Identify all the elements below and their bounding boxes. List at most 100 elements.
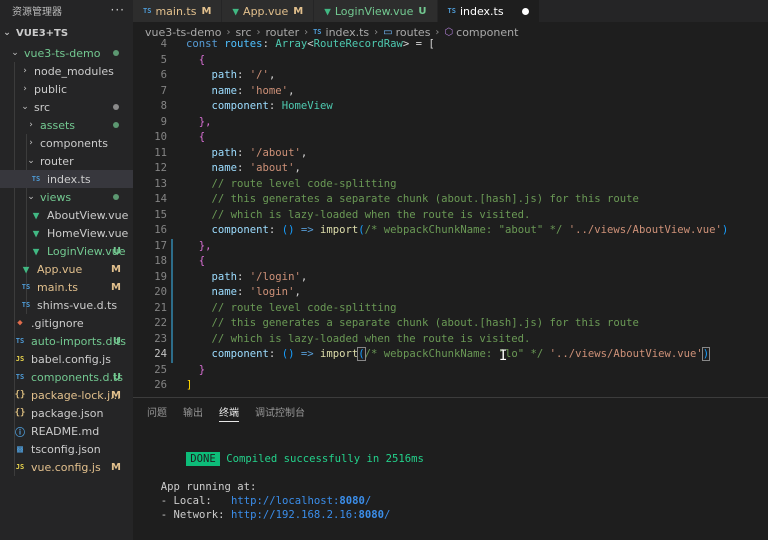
tree-item-label: .gitignore <box>31 316 84 330</box>
tab-app-vue[interactable]: ▼ App.vue M <box>222 0 315 22</box>
tree-item-components-d-ts[interactable]: TS components.d.ts U <box>0 368 133 386</box>
variable-symbol-icon: ▭ <box>383 26 393 38</box>
chevron-down-icon: ⌄ <box>21 102 29 112</box>
panel-tabs: 问题 输出 终端 调试控制台 <box>133 398 768 424</box>
untracked-badge: U <box>112 371 121 383</box>
tree-item-vue3-ts-demo[interactable]: ⌄ vue3-ts-demo <box>0 44 133 62</box>
tab-main-ts[interactable]: TS main.ts M <box>133 0 223 22</box>
tree-item-node-modules[interactable]: › node_modules <box>0 62 133 80</box>
unsaved-dot-icon[interactable] <box>521 7 529 15</box>
network-url-link[interactable]: http://192.168.2.16:8080/ <box>231 509 390 521</box>
tree-item-assets[interactable]: › assets <box>0 116 133 134</box>
chevron-down-icon: ⌄ <box>3 28 11 38</box>
line-number: 6 <box>160 69 167 81</box>
line-number: 15 <box>154 208 167 221</box>
modified-badge: M <box>111 461 121 473</box>
tab-debug-console[interactable]: 调试控制台 <box>255 398 305 424</box>
modified-gutter-marker <box>171 254 175 270</box>
local-url-link[interactable]: http://localhost:8080/ <box>231 495 371 507</box>
terminal[interactable]: DONE Compiled successfully in 2516ms App… <box>133 438 768 522</box>
code-line: 10 { <box>133 130 768 146</box>
terminal-line: - Network: http://192.168.2.16:8080/ <box>160 509 391 521</box>
code-line: 17 }, <box>133 238 768 254</box>
vue-file-icon: ▼ <box>232 4 240 18</box>
tab-label: LoginView.vue <box>334 4 414 18</box>
chevron-right-icon: › <box>435 26 440 38</box>
tree-item-public[interactable]: › public <box>0 80 133 98</box>
typescript-file-icon: TS <box>31 175 41 183</box>
tree-item-label: router <box>40 154 74 168</box>
tree-item-label: package-lock.j... <box>31 388 121 402</box>
chevron-down-icon: ⌄ <box>27 192 35 202</box>
tab-loginview-vue[interactable]: ▼ LoginView.vue U <box>314 0 438 22</box>
tree-item-babel-config[interactable]: JS babel.config.js <box>0 350 133 368</box>
line-number: 20 <box>154 286 167 298</box>
code-editor[interactable]: 4 const routes: Array<RouteRecordRaw> = [… <box>133 37 768 397</box>
tsconfig-file-icon: ▩ <box>16 443 24 455</box>
tree-item-router[interactable]: ⌄ router <box>0 152 133 170</box>
chevron-right-icon: › <box>304 26 309 38</box>
code-line: 14 // this generates a separate chunk (a… <box>133 192 768 208</box>
terminal-line: DONE Compiled successfully in 2516ms <box>148 438 768 466</box>
tree-item-label: assets <box>40 118 76 132</box>
tree-item-app-vue[interactable]: ▼ App.vue M <box>0 260 133 278</box>
tab-label: App.vue <box>243 4 289 18</box>
tree-item-src[interactable]: ⌄ src <box>0 98 133 116</box>
tree-item-aboutview[interactable]: ▼ AboutView.vue <box>0 206 133 224</box>
tree-item-label: components <box>40 136 108 150</box>
tree-item-readme[interactable]: ⓘ README.md <box>0 422 133 440</box>
tree-item-label: babel.config.js <box>31 352 111 366</box>
tree-item-package-json[interactable]: {} package.json <box>0 404 133 422</box>
tree-item-components[interactable]: › components <box>0 134 133 152</box>
vue-file-icon: ▼ <box>32 208 40 222</box>
project-section-header[interactable]: ⌄ VUE3+TS <box>0 22 133 44</box>
text-cursor <box>709 347 711 361</box>
code-line: 13 // route level code-splitting <box>133 177 768 193</box>
modified-gutter-marker <box>171 316 175 332</box>
tabs-empty-area <box>539 0 768 22</box>
code-line: 5 { <box>133 53 768 69</box>
file-tree: ⌄ vue3-ts-demo › node_modules › public ⌄… <box>0 44 133 476</box>
done-badge: DONE <box>186 452 220 466</box>
tree-item-main-ts[interactable]: TS main.ts M <box>0 278 133 296</box>
code-line: 22 // this generates a separate chunk (a… <box>133 316 768 332</box>
line-number: 25 <box>154 363 167 376</box>
code-line: 16 component: () => import(/* webpackChu… <box>133 223 768 239</box>
tree-item-gitignore[interactable]: ◆ .gitignore <box>0 314 133 332</box>
info-file-icon: ⓘ <box>15 427 25 439</box>
tab-problems[interactable]: 问题 <box>147 398 167 424</box>
terminal-line: App running at: <box>160 481 257 493</box>
code-line: 11 path: '/about', <box>133 146 768 162</box>
tab-output[interactable]: 输出 <box>183 398 203 424</box>
line-number: 14 <box>154 193 167 205</box>
explorer-sidebar: 资源管理器 ··· ⌄ VUE3+TS ⌄ vue3-ts-demo › nod… <box>0 0 133 540</box>
json-file-icon: {} <box>14 408 26 418</box>
tree-item-vue-config[interactable]: JS vue.config.js M <box>0 458 133 476</box>
typescript-file-icon: TS <box>21 301 31 309</box>
line-number: 17 <box>154 239 167 252</box>
tab-terminal[interactable]: 终端 <box>219 398 239 424</box>
bottom-panel: 问题 输出 终端 调试控制台 DONE Compiled successfull… <box>133 397 768 540</box>
chevron-right-icon: › <box>29 120 33 130</box>
typescript-file-icon: TS <box>21 283 31 291</box>
tree-item-package-lock[interactable]: {} package-lock.j... M <box>0 386 133 404</box>
chevron-down-icon: ⌄ <box>11 48 19 58</box>
tree-item-loginview[interactable]: ▼ LoginView.vue U <box>0 242 133 260</box>
tree-item-auto-imports[interactable]: TS auto-imports.d.ts U <box>0 332 133 350</box>
vue-file-icon: ▼ <box>32 226 40 240</box>
tree-item-views[interactable]: ⌄ views <box>0 188 133 206</box>
tree-item-homeview[interactable]: ▼ HomeView.vue <box>0 224 133 242</box>
line-number: 11 <box>154 146 167 159</box>
tree-item-tsconfig[interactable]: ▩ tsconfig.json <box>0 440 133 458</box>
tab-label: main.ts <box>155 4 197 18</box>
tab-index-ts[interactable]: TS index.ts <box>437 0 540 22</box>
code-line: 12 name: 'about', <box>133 161 768 177</box>
line-number: 24 <box>154 348 167 360</box>
more-actions-icon[interactable]: ··· <box>111 3 125 17</box>
code-line: 19 path: '/login', <box>133 269 768 285</box>
tree-item-index-ts[interactable]: TS index.ts <box>0 170 133 188</box>
line-number: 4 <box>160 38 167 50</box>
tree-item-shims-vue[interactable]: TS shims-vue.d.ts <box>0 296 133 314</box>
typescript-file-icon: TS <box>15 337 25 345</box>
code-line: 20 name: 'login', <box>133 285 768 301</box>
